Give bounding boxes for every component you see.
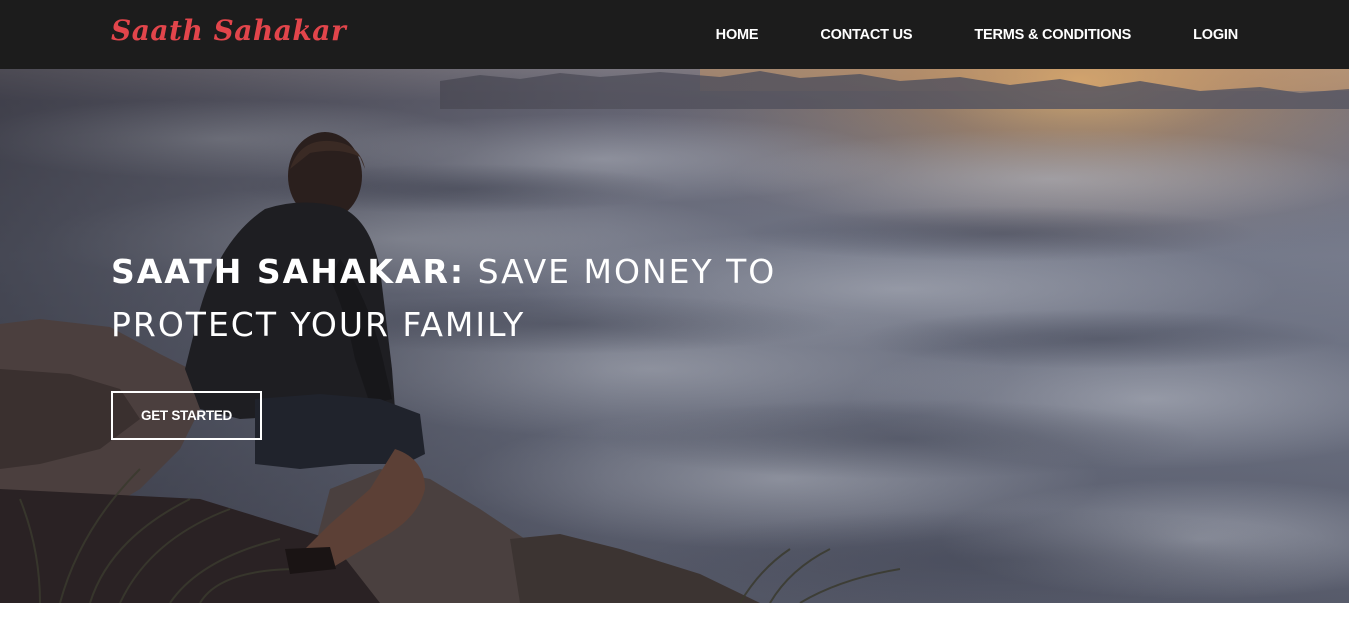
brand-logo[interactable]: Saath Sahakar xyxy=(111,14,346,47)
page-bottom-strip xyxy=(0,603,1349,625)
nav-item-contact: CONTACT US xyxy=(820,26,912,44)
top-navbar: Saath Sahakar HOME CONTACT US TERMS & CO… xyxy=(0,0,1349,69)
nav-link-terms-conditions[interactable]: TERMS & CONDITIONS xyxy=(974,27,1131,43)
nav-link-login[interactable]: LOGIN xyxy=(1193,27,1238,43)
get-started-button[interactable]: GET STARTED xyxy=(111,391,262,440)
hero-headline: SAATH SAHAKAR: SAVE MONEY TO PROTECT YOU… xyxy=(111,245,831,351)
nav-item-home: HOME xyxy=(716,26,759,44)
hero-section: SAATH SAHAKAR: SAVE MONEY TO PROTECT YOU… xyxy=(0,69,1349,603)
nav-item-terms: TERMS & CONDITIONS xyxy=(974,26,1131,44)
nav-menu: HOME CONTACT US TERMS & CONDITIONS LOGIN xyxy=(716,0,1239,69)
hero-content: SAATH SAHAKAR: SAVE MONEY TO PROTECT YOU… xyxy=(111,245,831,440)
nav-link-home[interactable]: HOME xyxy=(716,27,759,43)
hero-headline-strong: SAATH SAHAKAR: xyxy=(111,252,466,291)
nav-item-login: LOGIN xyxy=(1193,26,1238,44)
nav-link-contact-us[interactable]: CONTACT US xyxy=(820,27,912,43)
